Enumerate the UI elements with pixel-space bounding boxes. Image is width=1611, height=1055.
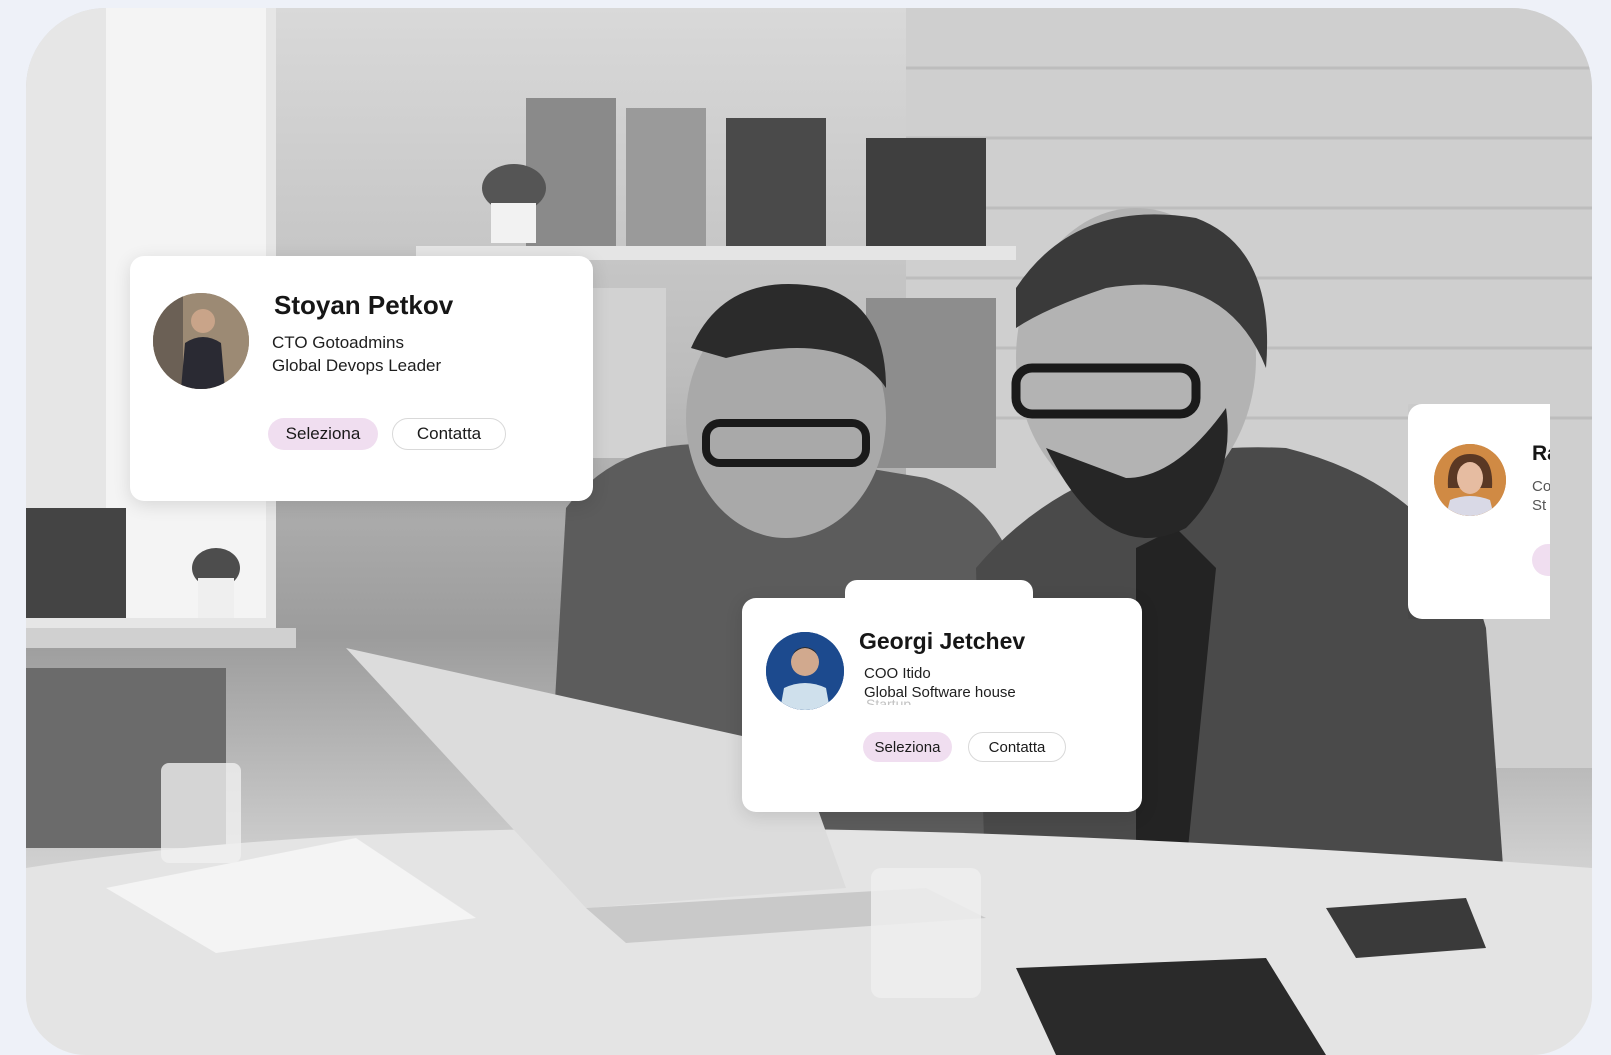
card-role-line1: CTO Gotoadmins bbox=[272, 333, 404, 352]
office-scene-illustration bbox=[26, 8, 1592, 1055]
card-role-line2: St bbox=[1532, 497, 1547, 514]
person-photo-icon bbox=[766, 632, 844, 710]
contact-button[interactable]: Contatta bbox=[968, 732, 1066, 762]
profile-card-stoyan: Stoyan Petkov CTO Gotoadmins Global Devo… bbox=[130, 256, 593, 501]
contact-button[interactable]: Contatta bbox=[392, 418, 506, 450]
avatar bbox=[153, 293, 249, 389]
avatar bbox=[766, 632, 844, 710]
card-name: Georgi Jetchev bbox=[859, 628, 1026, 654]
profile-card-partial-clip: Ra Co St bbox=[1408, 404, 1550, 619]
avatar bbox=[1434, 444, 1506, 516]
card-name: Ra bbox=[1532, 442, 1550, 465]
select-button[interactable] bbox=[1532, 544, 1550, 576]
card-name: Stoyan Petkov bbox=[274, 290, 454, 320]
card-role-line1: COO Itido bbox=[864, 665, 931, 682]
person-photo-icon bbox=[1434, 444, 1506, 516]
card-role-line2: Global Software house bbox=[864, 684, 1016, 701]
card-role-line1: Co bbox=[1532, 478, 1550, 495]
card-top-tab bbox=[845, 580, 1033, 610]
profile-card-georgi: Georgi Jetchev COO Itido Startup Global … bbox=[742, 580, 1142, 812]
office-photo-background bbox=[26, 8, 1592, 1055]
select-button[interactable]: Seleziona bbox=[268, 418, 378, 450]
profile-card-ra: Ra Co St bbox=[1408, 404, 1550, 619]
card-role-line2: Global Devops Leader bbox=[272, 356, 442, 375]
select-button[interactable]: Seleziona bbox=[863, 732, 952, 762]
person-photo-icon bbox=[153, 293, 249, 389]
